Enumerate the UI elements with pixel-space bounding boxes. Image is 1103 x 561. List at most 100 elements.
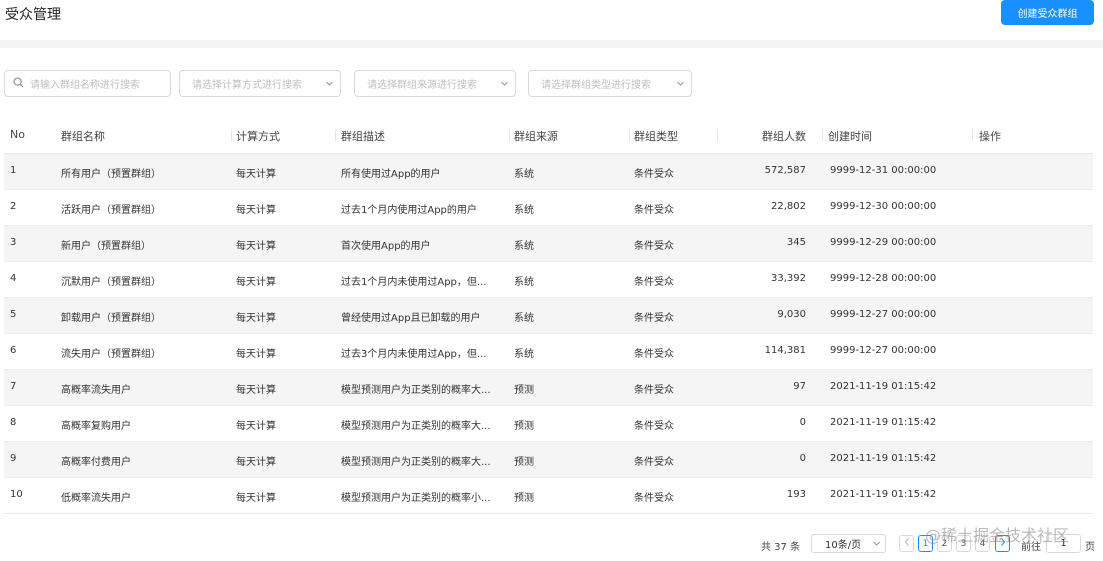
search-icon — [13, 76, 24, 91]
table-row[interactable]: 6 流失用户（预置群组） 每天计算 过去3个月内未使用过App，但... 系统 条件受众 1… — [4, 334, 1093, 370]
group-type-select[interactable]: 请选择群组类型进行搜索 — [528, 70, 692, 97]
group-type-placeholder: 请选择群组类型进行搜索 — [541, 80, 651, 91]
cell-name: 卸载用户（预置群组） — [61, 313, 161, 324]
cell-type: 条件受众 — [634, 457, 674, 468]
chevron-down-icon — [326, 80, 333, 87]
column-divider — [972, 129, 973, 141]
cell-name: 流失用户（预置群组） — [61, 349, 161, 360]
table-row[interactable]: 9 高概率付费用户 每天计算 模型预测用户为正类别的概率大... 预测 条件受众 0 2021… — [4, 442, 1093, 478]
cell-type: 条件受众 — [634, 313, 674, 324]
cell-source: 系统 — [514, 205, 534, 216]
search-placeholder: 请输入群组名称进行搜索 — [30, 80, 140, 91]
table-row[interactable]: 7 高概率流失用户 每天计算 模型预测用户为正类别的概率大... 预测 条件受众 97 202… — [4, 370, 1093, 406]
cell-desc: 过去1个月内使用过App的用户 — [341, 205, 477, 216]
cell-source: 系统 — [514, 169, 534, 180]
column-header-no[interactable]: No — [10, 128, 25, 141]
table-row[interactable]: 10 低概率流失用户 每天计算 模型预测用户为正类别的概率小... 预测 条件受众 193 2… — [4, 478, 1093, 514]
cell-type: 条件受众 — [634, 169, 674, 180]
table-row[interactable]: 5 卸载用户（预置群组） 每天计算 曾经使用过App且已卸载的用户 系统 条件受众 9,03… — [4, 298, 1093, 334]
column-header-name[interactable]: 群组名称 — [61, 128, 105, 144]
column-header-calc[interactable]: 计算方式 — [236, 128, 280, 144]
table-row[interactable]: 4 沉默用户（预置群组） 每天计算 过去1个月内未使用过App，但... 系统 条件受众 3… — [4, 262, 1093, 298]
page-title: 受众管理 — [5, 7, 61, 23]
cell-name: 活跃用户（预置群组） — [61, 205, 161, 216]
group-source-select[interactable]: 请选择群组来源进行搜索 — [354, 70, 516, 97]
cell-name: 高概率付费用户 — [61, 457, 131, 468]
column-divider — [335, 129, 336, 141]
cell-desc: 过去1个月内未使用过App，但... — [341, 277, 487, 288]
cell-created: 9999-12-31 00:00:00 — [830, 165, 937, 176]
column-divider — [629, 129, 630, 141]
cell-count: 572,587 — [764, 165, 806, 176]
cell-no: 5 — [10, 309, 17, 320]
cell-count: 22,802 — [771, 201, 806, 212]
cell-created: 2021-11-19 01:15:42 — [830, 417, 937, 428]
cell-created: 2021-11-19 01:15:42 — [830, 381, 937, 392]
calc-method-placeholder: 请选择计算方式进行搜索 — [192, 80, 302, 91]
cell-name: 低概率流失用户 — [61, 493, 131, 504]
cell-type: 条件受众 — [634, 349, 674, 360]
cell-calc: 每天计算 — [236, 241, 276, 252]
create-audience-button[interactable]: 创建受众群组 — [1001, 0, 1094, 25]
cell-type: 条件受众 — [634, 421, 674, 432]
cell-name: 所有用户（预置群组） — [61, 169, 161, 180]
cell-name: 高概率流失用户 — [61, 385, 131, 396]
cell-created: 9999-12-28 00:00:00 — [830, 273, 937, 284]
column-header-source[interactable]: 群组来源 — [514, 128, 558, 144]
column-header-type[interactable]: 群组类型 — [634, 128, 678, 144]
cell-count: 193 — [786, 489, 806, 500]
cell-calc: 每天计算 — [236, 349, 276, 360]
table-row[interactable]: 2 活跃用户（预置群组） 每天计算 过去1个月内使用过App的用户 系统 条件受众 22,8… — [4, 190, 1093, 226]
cell-source: 系统 — [514, 277, 534, 288]
cell-calc: 每天计算 — [236, 493, 276, 504]
cell-desc: 过去3个月内未使用过App，但... — [341, 349, 487, 360]
group-name-search-input[interactable]: 请输入群组名称进行搜索 — [4, 70, 171, 97]
cell-desc: 模型预测用户为正类别的概率大... — [341, 421, 491, 432]
column-header-created[interactable]: 创建时间 — [828, 128, 872, 144]
cell-source: 预测 — [514, 421, 534, 432]
cell-calc: 每天计算 — [236, 277, 276, 288]
cell-count: 9,030 — [777, 309, 806, 320]
cell-count: 114,381 — [764, 345, 806, 356]
cell-desc: 模型预测用户为正类别的概率小... — [341, 493, 491, 504]
prev-page-button[interactable] — [899, 535, 914, 552]
table-header: No 群组名称 计算方式 群组描述 群组来源 群组类型 群组人数 创建时间 操作 — [4, 118, 1093, 154]
table-row[interactable]: 1 所有用户（预置群组） 每天计算 所有使用过App的用户 系统 条件受众 572,587 9… — [4, 154, 1093, 190]
cell-name: 高概率复购用户 — [61, 421, 131, 432]
cell-no: 7 — [10, 381, 17, 392]
page-size-value: 10条/页 — [825, 540, 862, 551]
table-row[interactable]: 8 高概率复购用户 每天计算 模型预测用户为正类别的概率大... 预测 条件受众 0 2021… — [4, 406, 1093, 442]
cell-count: 345 — [786, 237, 806, 248]
cell-source: 系统 — [514, 313, 534, 324]
cell-calc: 每天计算 — [236, 313, 276, 324]
cell-calc: 每天计算 — [236, 421, 276, 432]
table-row[interactable]: 3 新用户（预置群组） 每天计算 首次使用App的用户 系统 条件受众 345 9999-12… — [4, 226, 1093, 262]
cell-created: 2021-11-19 01:15:42 — [830, 489, 937, 500]
page-size-select[interactable]: 10条/页 — [811, 534, 886, 553]
cell-type: 条件受众 — [634, 385, 674, 396]
audience-table: No 群组名称 计算方式 群组描述 群组来源 群组类型 群组人数 创建时间 操作… — [4, 118, 1093, 514]
cell-desc: 首次使用App的用户 — [341, 241, 431, 252]
cell-source: 系统 — [514, 349, 534, 360]
cell-calc: 每天计算 — [236, 169, 276, 180]
cell-created: 9999-12-29 00:00:00 — [830, 237, 937, 248]
cell-source: 系统 — [514, 241, 534, 252]
calc-method-select[interactable]: 请选择计算方式进行搜索 — [179, 70, 341, 97]
cell-no: 6 — [10, 345, 17, 356]
chevron-left-icon — [904, 538, 910, 549]
cell-created: 9999-12-27 00:00:00 — [830, 345, 937, 356]
column-divider — [509, 129, 510, 141]
chevron-down-icon — [873, 540, 880, 547]
chevron-down-icon — [501, 80, 508, 87]
cell-created: 9999-12-27 00:00:00 — [830, 309, 937, 320]
cell-desc: 模型预测用户为正类别的概率大... — [341, 457, 491, 468]
column-header-desc[interactable]: 群组描述 — [341, 128, 385, 144]
cell-count: 0 — [799, 417, 806, 428]
column-header-count[interactable]: 群组人数 — [729, 128, 806, 144]
divider-band — [0, 40, 1103, 48]
cell-desc: 模型预测用户为正类别的概率大... — [341, 385, 491, 396]
cell-no: 4 — [10, 273, 17, 284]
cell-no: 3 — [10, 237, 17, 248]
cell-count: 0 — [799, 453, 806, 464]
cell-source: 预测 — [514, 385, 534, 396]
